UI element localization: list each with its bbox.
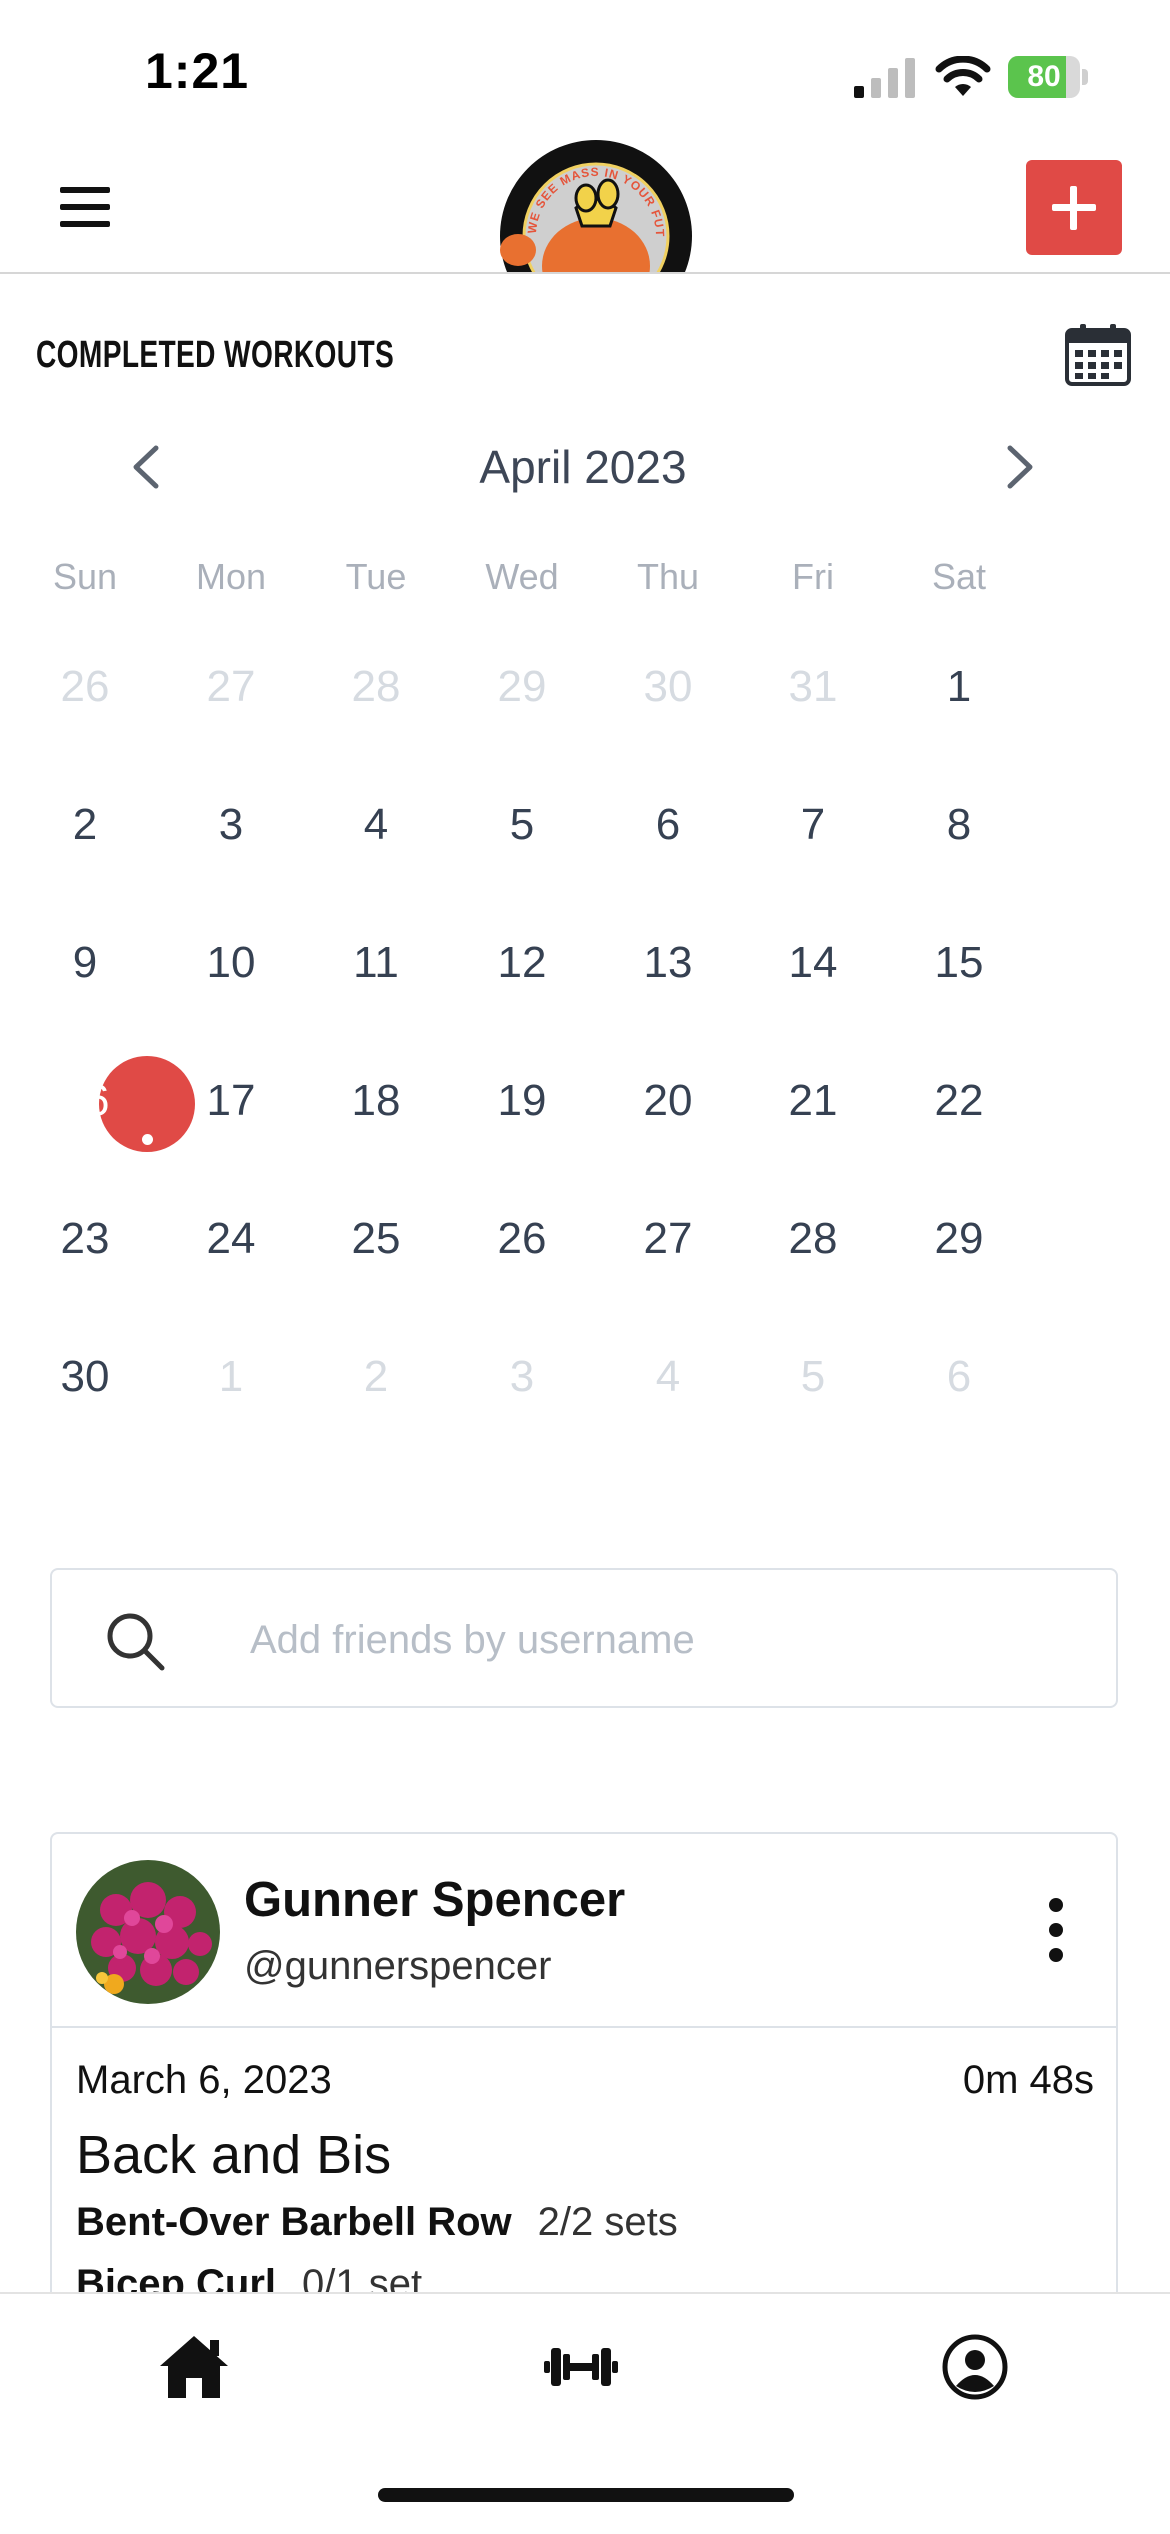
calendar-icon[interactable] — [1065, 322, 1131, 386]
chevron-left-icon[interactable] — [126, 442, 166, 492]
calendar-day[interactable]: 4 — [316, 800, 436, 850]
calendar-day[interactable]: 30 — [25, 1352, 145, 1402]
calendar-day[interactable]: 12 — [462, 938, 582, 988]
calendar-day[interactable]: 30 — [608, 662, 728, 712]
workout-duration: 0m 48s — [962, 2058, 1094, 2102]
calendar-day[interactable]: 28 — [316, 662, 436, 712]
workout-indicator-dot — [142, 1134, 153, 1145]
app-logo: WE SEE MASS IN YOUR FUTURE — [498, 138, 692, 273]
calendar-day[interactable]: 29 — [899, 1214, 1019, 1264]
weekday-label: Mon — [195, 556, 267, 597]
calendar-day[interactable]: 4 — [608, 1352, 728, 1402]
user-circle-icon[interactable] — [942, 2334, 1008, 2400]
calendar-day[interactable]: 19 — [462, 1076, 582, 1126]
workout-title: Back and Bis — [76, 2125, 392, 2185]
calendar-day[interactable]: 3 — [171, 800, 291, 850]
exercise-name: Bent-Over Barbell Row — [76, 2200, 512, 2244]
search-icon — [107, 1613, 165, 1671]
user-handle: @gunnerspencer — [244, 1944, 552, 1988]
calendar-day[interactable]: 5 — [462, 800, 582, 850]
hamburger-menu-icon[interactable] — [60, 187, 110, 227]
calendar-day[interactable]: 31 — [753, 662, 873, 712]
status-time: 1:21 — [145, 43, 250, 99]
calendar-day[interactable]: 28 — [753, 1214, 873, 1264]
calendar-day[interactable]: 29 — [462, 662, 582, 712]
calendar-day[interactable]: 27 — [608, 1214, 728, 1264]
chevron-right-icon[interactable] — [1000, 442, 1040, 492]
calendar-day[interactable]: 24 — [171, 1214, 291, 1264]
calendar-day[interactable]: 1 — [899, 662, 1019, 712]
calendar-month-label: April 2023 — [479, 441, 687, 493]
workout-date: March 6, 2023 — [76, 2058, 332, 2102]
calendar-day[interactable]: 25 — [316, 1214, 436, 1264]
calendar-day[interactable]: 22 — [899, 1076, 1019, 1126]
search-input[interactable] — [250, 1608, 1070, 1672]
calendar-day[interactable]: 14 — [753, 938, 873, 988]
calendar-day[interactable]: 3 — [462, 1352, 582, 1402]
calendar-day[interactable]: 18 — [316, 1076, 436, 1126]
wifi-icon — [935, 56, 991, 96]
section-title: COMPLETED WORKOUTS — [36, 334, 395, 376]
calendar-day[interactable]: 13 — [608, 938, 728, 988]
card-divider — [52, 2026, 1116, 2028]
weekday-label: Sun — [52, 556, 118, 597]
exercise-row: Bent-Over Barbell Row 2/2 sets — [76, 2200, 678, 2245]
calendar-day[interactable]: 8 — [899, 800, 1019, 850]
exercise-sets: 2/2 sets — [537, 2200, 678, 2244]
calendar-day[interactable]: 2 — [316, 1352, 436, 1402]
add-workout-button[interactable] — [1026, 160, 1122, 255]
calendar-day[interactable]: 23 — [25, 1214, 145, 1264]
home-indicator — [378, 2488, 794, 2502]
calendar-day-selected[interactable]: 16 — [25, 1076, 145, 1126]
calendar-day[interactable]: 1 — [171, 1352, 291, 1402]
calendar-day[interactable]: 2 — [25, 800, 145, 850]
calendar-day[interactable]: 26 — [462, 1214, 582, 1264]
calendar-day[interactable]: 26 — [25, 662, 145, 712]
calendar-day[interactable]: 15 — [899, 938, 1019, 988]
calendar-day[interactable]: 10 — [171, 938, 291, 988]
dumbbell-icon[interactable] — [544, 2342, 618, 2392]
weekday-label: Fri — [792, 556, 834, 597]
calendar-day[interactable]: 17 — [171, 1076, 291, 1126]
battery-level-text: 80 — [1027, 60, 1061, 93]
avatar[interactable] — [76, 1860, 220, 2004]
weekday-label: Wed — [485, 556, 559, 597]
calendar-day[interactable]: 5 — [753, 1352, 873, 1402]
battery-charging-icon: 80 — [1008, 56, 1088, 98]
calendar-day[interactable]: 9 — [25, 938, 145, 988]
cellular-signal-icon — [854, 58, 915, 98]
calendar-day[interactable]: 6 — [608, 800, 728, 850]
weekday-label: Sat — [931, 556, 987, 597]
user-name[interactable]: Gunner Spencer — [244, 1872, 625, 1928]
more-vertical-icon[interactable] — [1040, 1898, 1072, 1962]
weekday-label: Tue — [345, 556, 407, 597]
header-divider — [0, 272, 1170, 274]
calendar-day[interactable]: 6 — [899, 1352, 1019, 1402]
calendar-day[interactable]: 11 — [316, 938, 436, 988]
weekday-label: Thu — [636, 556, 700, 597]
calendar-day[interactable]: 21 — [753, 1076, 873, 1126]
calendar-day[interactable]: 27 — [171, 662, 291, 712]
calendar-day[interactable]: 20 — [608, 1076, 728, 1126]
calendar-day[interactable]: 7 — [753, 800, 873, 850]
home-icon[interactable] — [158, 2334, 230, 2400]
